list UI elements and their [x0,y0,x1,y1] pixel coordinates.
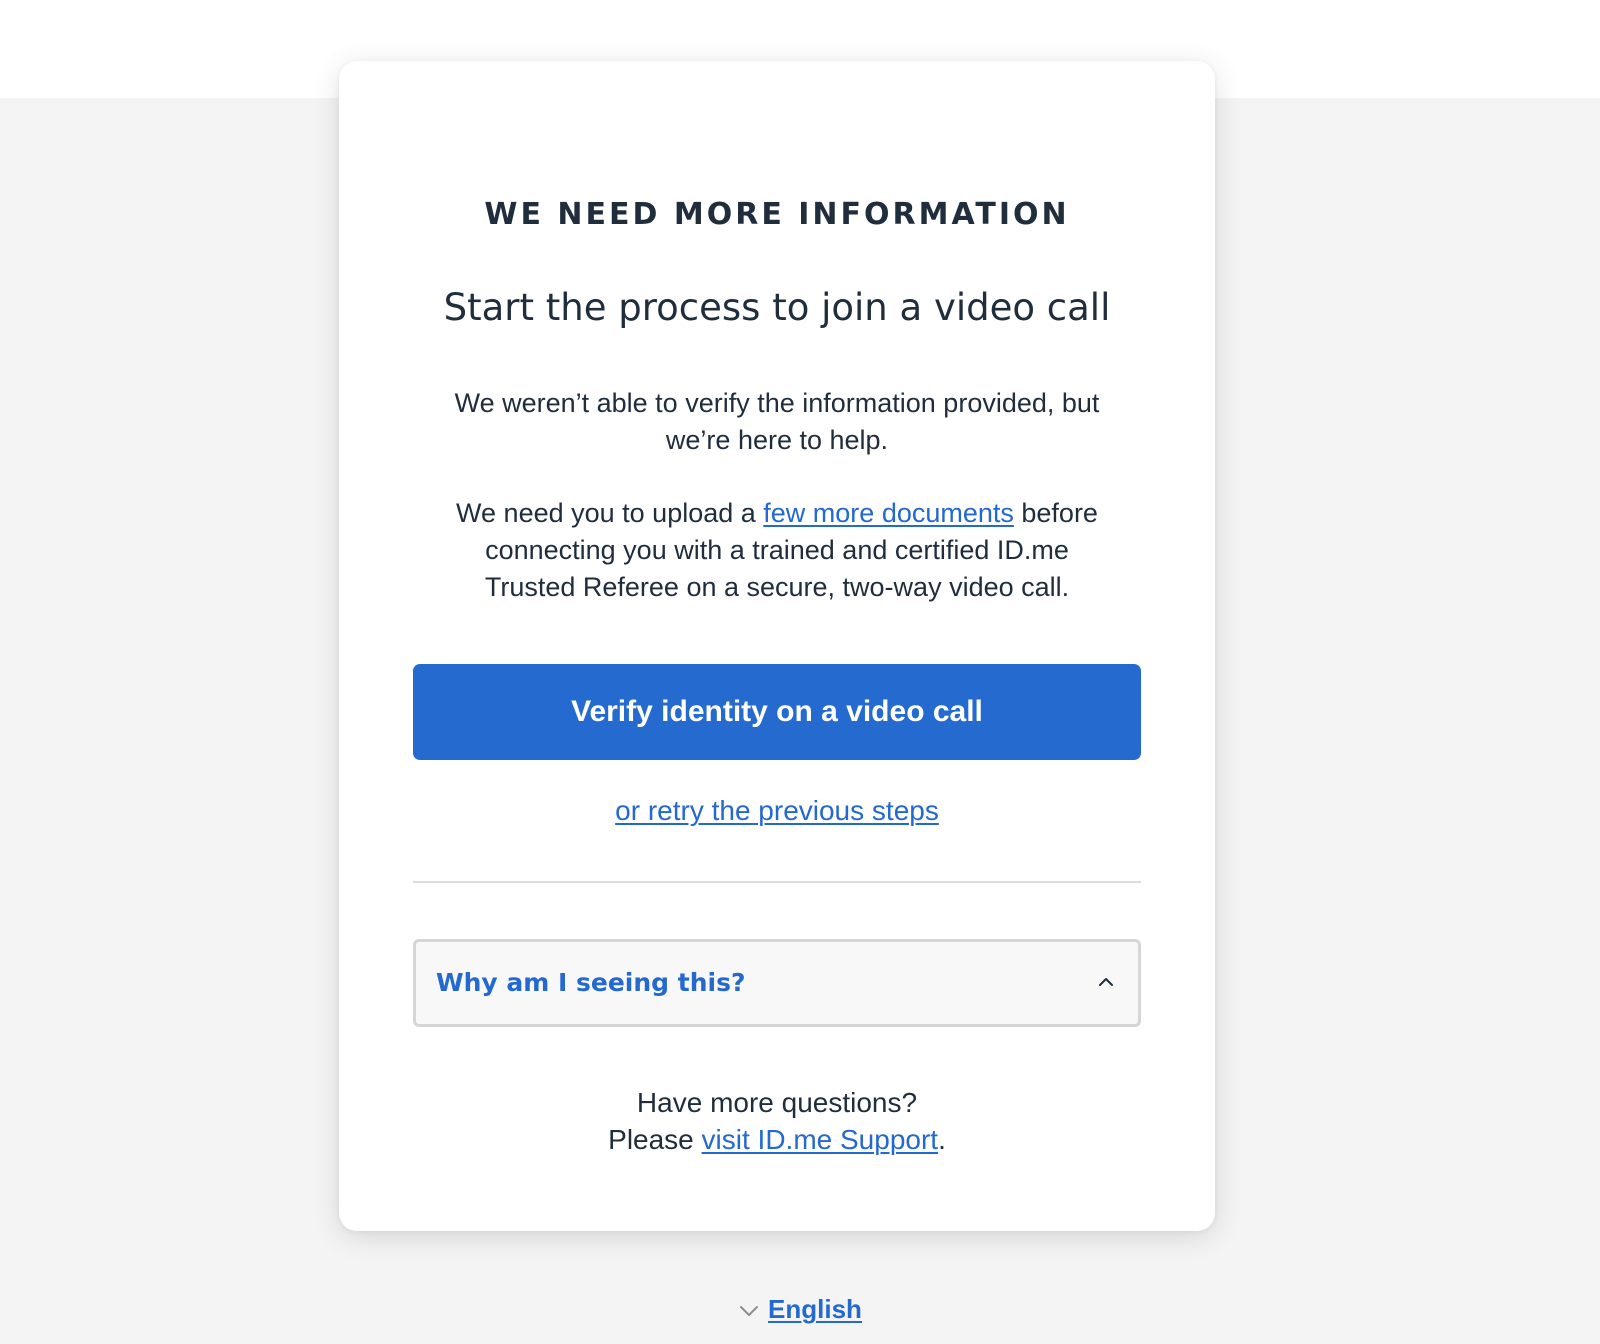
language-selector[interactable]: English [0,1294,1600,1325]
help-section: Have more questions? Please visit ID.me … [339,1084,1215,1158]
retry-container: or retry the previous steps [339,795,1215,827]
help-question: Have more questions? [636,1087,918,1118]
help-suffix: . [938,1124,946,1155]
verification-card: WE NEED MORE INFORMATION Start the proce… [339,61,1215,1231]
chevron-up-icon [1099,978,1113,986]
intro-text: We weren’t able to verify the informatio… [454,388,1100,455]
chevron-down-icon [740,1306,759,1317]
visit-support-link[interactable]: visit ID.me Support [702,1124,939,1155]
help-line: Please visit ID.me Support. [339,1121,1215,1158]
language-link[interactable]: English [768,1294,862,1324]
upload-text-prefix: We need you to upload a [456,498,764,528]
accordion-label: Why am I seeing this? [436,968,746,997]
eyebrow-heading: WE NEED MORE INFORMATION [484,197,1070,232]
verify-video-call-button[interactable]: Verify identity on a video call [413,664,1141,760]
divider [413,881,1141,883]
page-title: Start the process to join a video call [443,286,1111,329]
help-prefix: Please [608,1124,702,1155]
why-seeing-this-accordion[interactable]: Why am I seeing this? [413,939,1141,1027]
retry-previous-steps-link[interactable]: or retry the previous steps [615,795,939,826]
upload-instructions: We need you to upload a few more documen… [439,495,1115,606]
few-more-documents-link[interactable]: few more documents [763,498,1014,528]
